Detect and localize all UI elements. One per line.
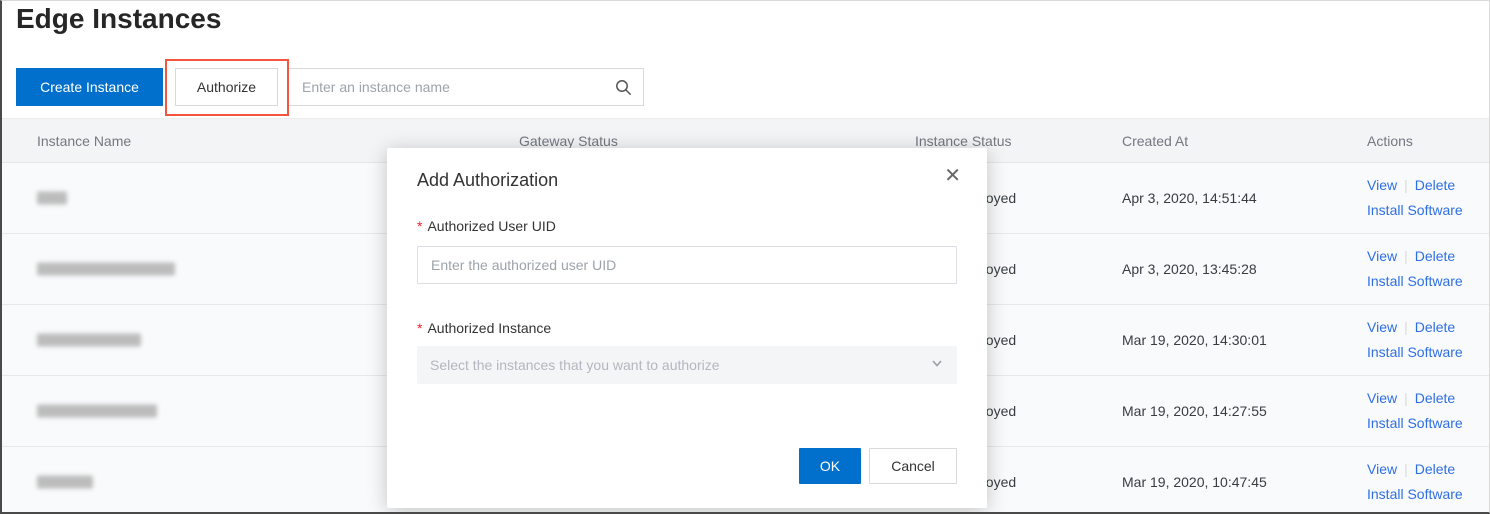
row-actions: View | Delete Install Software [1367, 315, 1463, 365]
authorized-user-uid-label: * Authorized User UID [417, 218, 556, 234]
chevron-down-icon [930, 356, 944, 375]
search-input[interactable] [288, 69, 643, 105]
authorized-instance-select[interactable]: Select the instances that you want to au… [417, 346, 957, 384]
install-software-link[interactable]: Install Software [1367, 486, 1463, 502]
required-mark: * [417, 218, 423, 234]
redacted-instance-name [37, 262, 175, 276]
authorized-instance-label: * Authorized Instance [417, 320, 551, 336]
field-label-text: Authorized Instance [427, 320, 552, 336]
cancel-button[interactable]: Cancel [869, 448, 957, 484]
row-actions: View | Delete Install Software [1367, 457, 1463, 507]
col-header-instance-name: Instance Name [37, 133, 132, 149]
created-at: Apr 3, 2020, 14:51:44 [1122, 190, 1257, 206]
delete-link[interactable]: Delete [1415, 177, 1455, 193]
select-placeholder: Select the instances that you want to au… [430, 357, 720, 373]
add-authorization-dialog: Add Authorization ✕ * Authorized User UID… [387, 148, 987, 508]
redacted-instance-name [37, 404, 157, 418]
view-link[interactable]: View [1367, 248, 1397, 264]
install-software-link[interactable]: Install Software [1367, 344, 1463, 360]
col-header-actions: Actions [1367, 133, 1413, 149]
delete-link[interactable]: Delete [1415, 319, 1455, 335]
dialog-title: Add Authorization [417, 170, 559, 190]
install-software-link[interactable]: Install Software [1367, 415, 1463, 431]
row-actions: View | Delete Install Software [1367, 386, 1463, 436]
redacted-instance-name [37, 475, 93, 489]
install-software-link[interactable]: Install Software [1367, 273, 1463, 289]
row-actions: View | Delete Install Software [1367, 244, 1463, 294]
created-at: Mar 19, 2020, 10:47:45 [1122, 474, 1267, 490]
delete-link[interactable]: Delete [1415, 248, 1455, 264]
close-icon[interactable]: ✕ [944, 166, 961, 186]
instance-search [287, 68, 644, 106]
created-at: Mar 19, 2020, 14:27:55 [1122, 403, 1267, 419]
created-at: Mar 19, 2020, 14:30:01 [1122, 332, 1267, 348]
search-icon[interactable] [615, 79, 632, 101]
required-mark: * [417, 320, 423, 336]
ok-button[interactable]: OK [799, 448, 861, 484]
created-at: Apr 3, 2020, 13:45:28 [1122, 261, 1257, 277]
view-link[interactable]: View [1367, 177, 1397, 193]
redacted-instance-name [37, 333, 141, 347]
delete-link[interactable]: Delete [1415, 461, 1455, 477]
field-label-text: Authorized User UID [427, 218, 556, 234]
view-link[interactable]: View [1367, 461, 1397, 477]
action-separator: | [1404, 248, 1408, 264]
authorized-user-uid-input[interactable] [417, 246, 957, 284]
authorize-button[interactable]: Authorize [175, 68, 278, 106]
delete-link[interactable]: Delete [1415, 390, 1455, 406]
action-separator: | [1404, 390, 1408, 406]
page-title: Edge Instances [16, 3, 222, 34]
redacted-instance-name [37, 191, 67, 205]
action-separator: | [1404, 319, 1408, 335]
view-link[interactable]: View [1367, 390, 1397, 406]
view-link[interactable]: View [1367, 319, 1397, 335]
install-software-link[interactable]: Install Software [1367, 202, 1463, 218]
row-actions: View | Delete Install Software [1367, 173, 1463, 223]
col-header-created-at: Created At [1122, 133, 1189, 149]
edge-instances-page: Edge Instances Create Instance Authorize… [0, 0, 1490, 514]
action-separator: | [1404, 461, 1408, 477]
action-separator: | [1404, 177, 1408, 193]
create-instance-button[interactable]: Create Instance [16, 68, 163, 106]
